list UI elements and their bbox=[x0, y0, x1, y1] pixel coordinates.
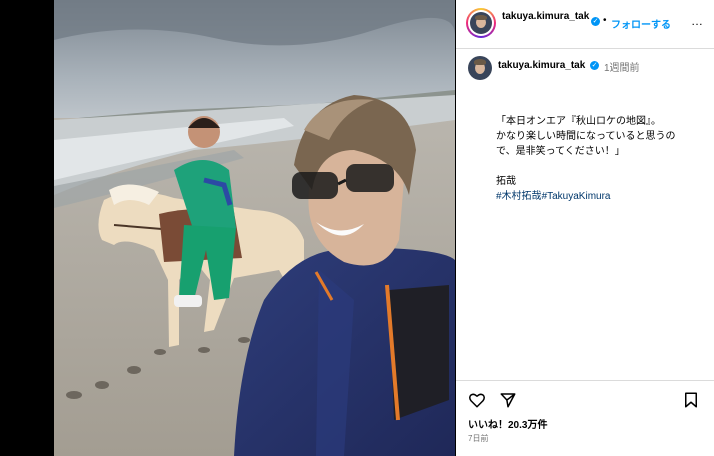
caption-signature: 拓哉 bbox=[496, 176, 516, 187]
heart-icon[interactable] bbox=[468, 391, 486, 409]
caption-line: 「本日オンエア『秋山ロケの地図』。 bbox=[496, 116, 661, 127]
hashtag-link[interactable]: #TakuyaKimura bbox=[542, 191, 611, 202]
more-icon[interactable]: … bbox=[691, 14, 704, 28]
header-username[interactable]: takuya.kimura_tak bbox=[502, 10, 589, 23]
hashtag-link[interactable]: #木村拓哉 bbox=[496, 191, 542, 202]
story-ring[interactable] bbox=[466, 8, 496, 38]
caption-text: 「本日オンエア『秋山ロケの地図』。 かなり楽しい時間になっていると思うの で、是… bbox=[496, 114, 708, 204]
caption-avatar[interactable] bbox=[468, 56, 492, 80]
caption-line: で、是非笑ってください！」 bbox=[496, 146, 625, 157]
verified-icon: ✓ bbox=[591, 17, 600, 26]
beach-selfie-photo bbox=[54, 0, 455, 456]
bookmark-icon[interactable] bbox=[682, 391, 700, 409]
caption-username[interactable]: takuya.kimura_tak bbox=[498, 59, 585, 72]
post-time[interactable]: 1週間前 bbox=[604, 59, 640, 74]
header-divider bbox=[456, 48, 714, 49]
avatar bbox=[470, 12, 492, 34]
post-photo[interactable] bbox=[54, 0, 455, 456]
header-separator: • bbox=[603, 15, 607, 26]
caption-line: かなり楽しい時間になっていると思うの bbox=[496, 131, 676, 142]
caption-verified-icon: ✓ bbox=[590, 61, 599, 70]
post-date[interactable]: 7日前 bbox=[468, 433, 488, 444]
post-side-panel: takuya.kimura_tak ✓ • フォローする … takuya.ki… bbox=[456, 0, 714, 456]
likes-count[interactable]: いいね！20.3万件 bbox=[468, 416, 547, 431]
share-icon[interactable] bbox=[499, 391, 517, 409]
actions-divider bbox=[456, 380, 714, 381]
follow-button[interactable]: フォローする bbox=[611, 16, 671, 31]
